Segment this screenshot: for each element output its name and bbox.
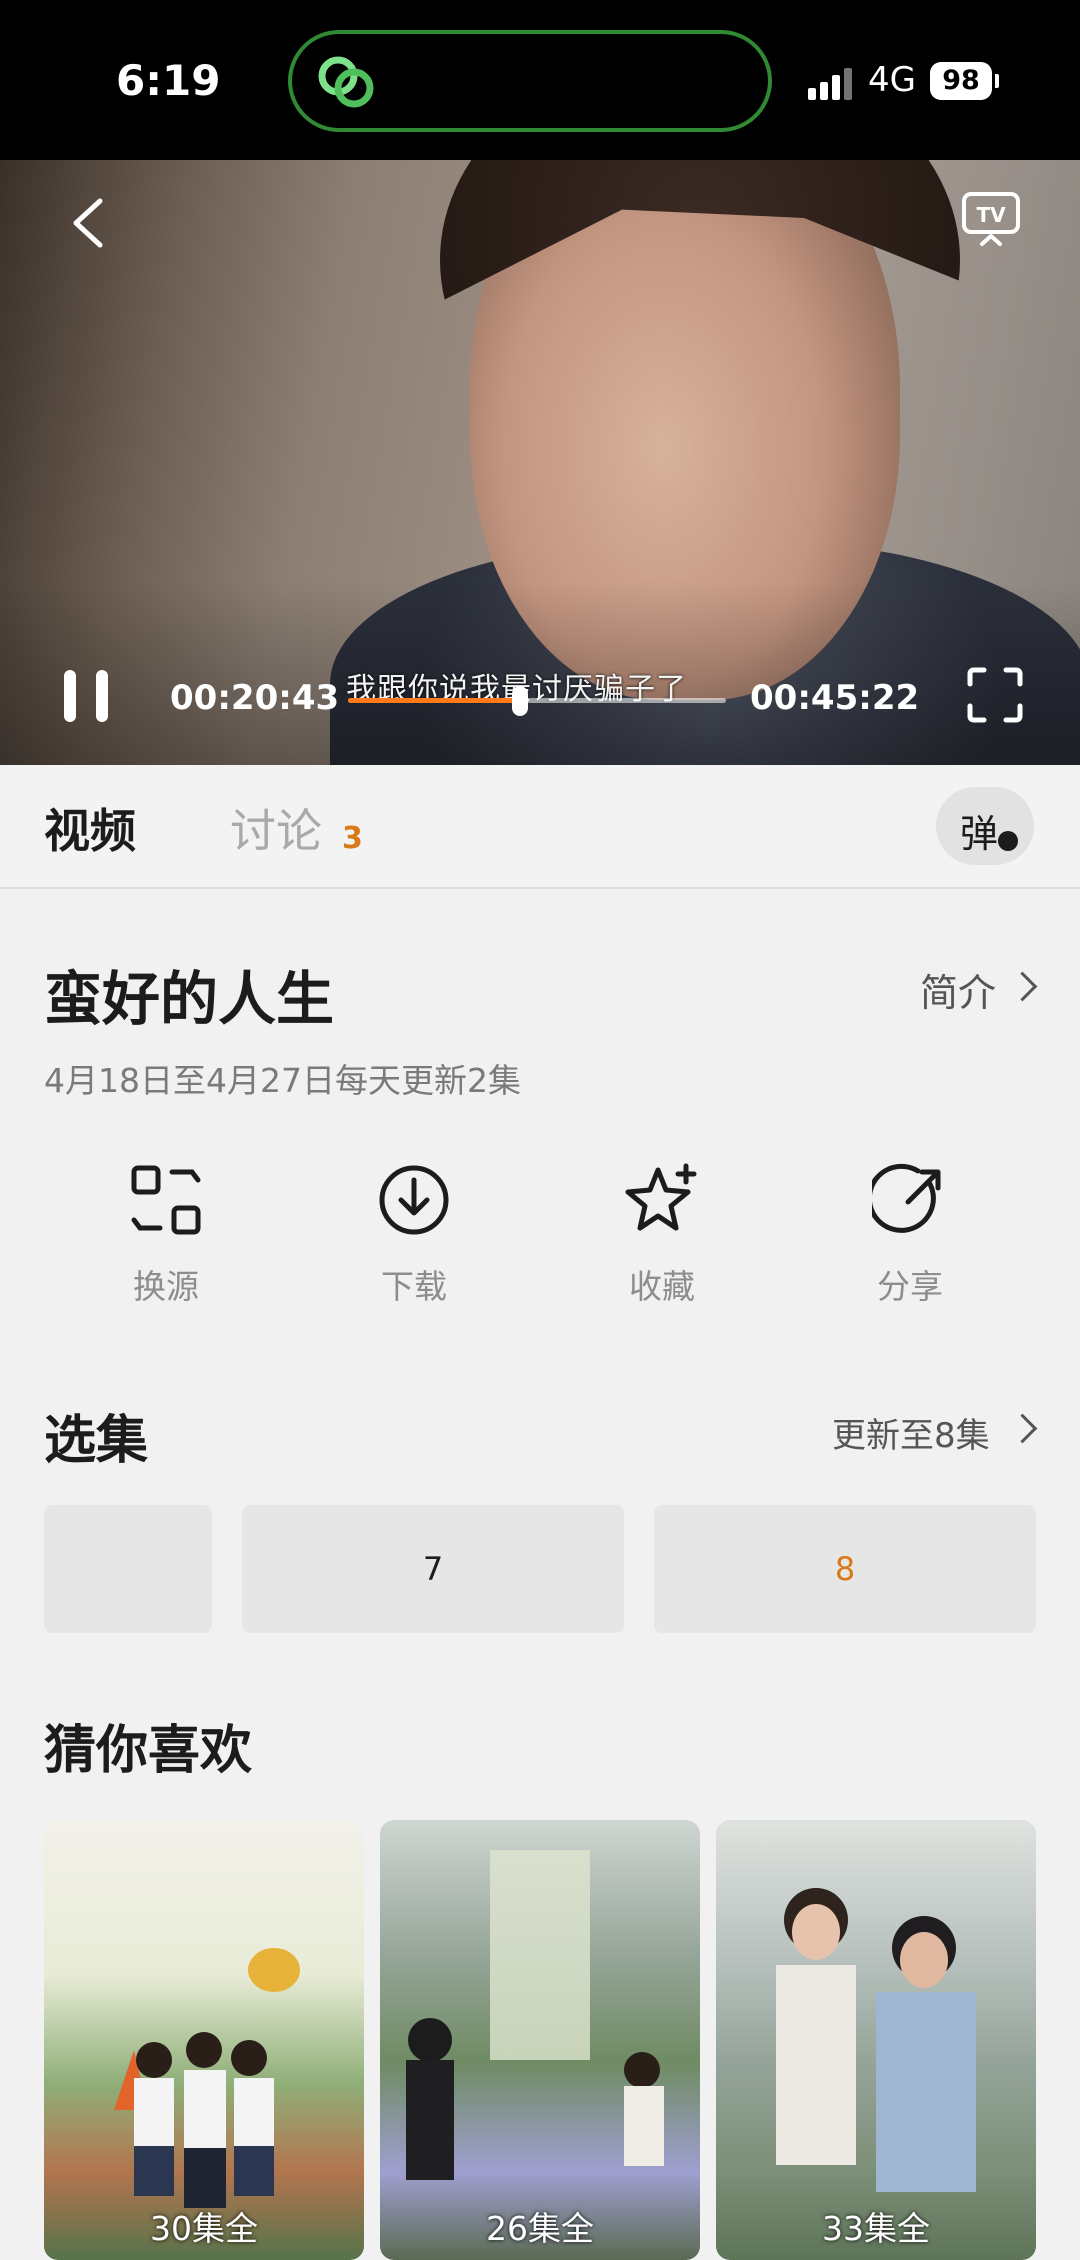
poster-artwork <box>776 1888 976 2192</box>
video-player[interactable]: TV 00:20:43 我跟你说我最讨厌骗子了 00:45:22 <box>0 160 1080 765</box>
intro-chevron-icon[interactable] <box>1007 971 1038 1002</box>
cellular-signal-icon <box>808 66 856 100</box>
share-button[interactable]: 分享 <box>830 1162 990 1308</box>
episode-button[interactable] <box>44 1505 212 1633</box>
status-time: 6:19 <box>116 56 221 105</box>
tab-discussion[interactable]: 讨论 <box>230 795 322 861</box>
content-tabs: 视频 讨论 3 弹 <box>0 765 1080 889</box>
download-icon <box>379 1165 449 1235</box>
favorite-star-icon <box>625 1163 697 1231</box>
poster-caption: 33集全 <box>822 2209 930 2248</box>
progress-track[interactable] <box>348 686 726 716</box>
episodes-update-link[interactable]: 更新至8集 <box>832 1408 990 1457</box>
recommend-title: 猜你喜欢 <box>44 1721 253 1781</box>
episodes-title: 选集 <box>44 1411 149 1471</box>
current-time: 00:20:43 <box>170 678 340 718</box>
tv-cast-icon[interactable]: TV <box>960 190 1022 248</box>
recommend-poster[interactable]: 26集全 <box>380 1820 700 2260</box>
download-button[interactable]: 下载 <box>334 1162 494 1308</box>
back-arrow-icon[interactable] <box>62 193 114 253</box>
switch-source-button[interactable]: 换源 <box>86 1162 246 1308</box>
update-schedule: 4月18日至4月27日每天更新2集 <box>44 1061 521 1100</box>
pause-button[interactable] <box>60 670 116 726</box>
fullscreen-icon[interactable] <box>966 666 1024 724</box>
progress-thumb[interactable] <box>512 686 529 716</box>
progress-fill <box>348 698 521 703</box>
network-type: 4G <box>868 60 916 100</box>
battery-icon: 98 <box>930 62 992 100</box>
share-icon <box>872 1163 941 1233</box>
recommend-poster[interactable]: 30集全 <box>44 1820 364 2260</box>
favorite-label: 收藏 <box>629 1267 695 1306</box>
show-title: 蛮好的人生 <box>44 965 335 1033</box>
app-link-icon <box>318 56 374 108</box>
download-label: 下载 <box>381 1267 447 1306</box>
status-bar: 6:19 4G 98 <box>0 0 1080 160</box>
dynamic-island <box>288 30 772 132</box>
battery-tip <box>995 74 999 88</box>
duration-time: 00:45:22 <box>750 678 920 718</box>
tab-video[interactable]: 视频 <box>44 795 136 861</box>
switch-source-icon <box>131 1165 201 1235</box>
intro-link[interactable]: 简介 <box>920 962 996 1017</box>
danmaku-label: 弹 <box>960 812 999 856</box>
favorite-button[interactable]: 收藏 <box>582 1162 742 1308</box>
switch-source-label: 换源 <box>133 1267 199 1306</box>
poster-caption: 30集全 <box>150 2209 258 2248</box>
poster-caption: 26集全 <box>486 2209 594 2248</box>
danmaku-toggle-button[interactable]: 弹 <box>936 787 1034 865</box>
discussion-count-badge: 3 <box>342 821 363 856</box>
poster-artwork <box>406 1850 664 2180</box>
episodes-chevron-icon[interactable] <box>1007 1413 1038 1444</box>
poster-artwork <box>114 1948 300 2208</box>
episode-button[interactable]: 7 <box>242 1505 624 1633</box>
episode-button-active[interactable]: 8 <box>654 1505 1036 1633</box>
danmaku-edit-icon <box>998 831 1018 851</box>
svg-text:TV: TV <box>976 203 1006 227</box>
recommend-poster[interactable]: 33集全 <box>716 1820 1036 2260</box>
share-label: 分享 <box>877 1267 943 1306</box>
